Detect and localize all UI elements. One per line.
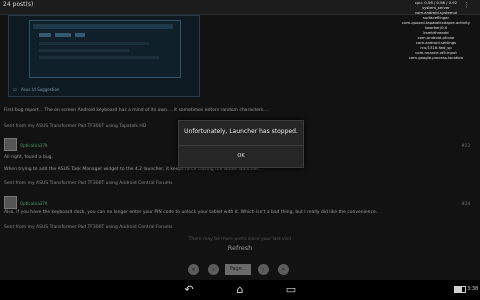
avatar[interactable] xyxy=(4,196,17,209)
screenshot-row xyxy=(39,56,159,59)
recents-icon[interactable]: ▭ xyxy=(282,283,300,297)
post-number: #24 xyxy=(461,201,470,206)
post-text: Also, if you have the keyboard dock, you… xyxy=(4,210,378,215)
debug-overlay: cpu: 0.56 / 0.98 / 0.92 system_server co… xyxy=(394,0,478,60)
post-username[interactable]: Opticalsia379 xyxy=(20,143,47,148)
screenshot-row xyxy=(39,49,129,52)
screenshot-chip xyxy=(75,33,85,37)
error-dialog: Unfortunately, Launcher has stopped. OK xyxy=(178,120,304,168)
post-signature: Sent from my ASUS Transformer Pad TF300T… xyxy=(4,124,147,129)
post-screenshot-image[interactable]: ☑ Asus UI Suggestion xyxy=(8,15,200,97)
post-signature: Sent from my ASUS Transformer Pad TF300T… xyxy=(4,225,173,230)
post-text: All right, found a bug. xyxy=(4,155,53,160)
thread-title: 24 post(s) xyxy=(3,1,34,8)
post-username[interactable]: Opticalsia379 xyxy=(20,201,47,206)
page-selector[interactable]: Page... xyxy=(225,264,251,275)
battery-icon xyxy=(454,286,466,293)
post-text: First bug report... The on screen Androi… xyxy=(4,108,269,113)
dialog-message: Unfortunately, Launcher has stopped. xyxy=(184,128,298,135)
system-nav-bar: ↶ ⌂ ▭ 3:38 xyxy=(0,280,480,300)
previous-page-icon[interactable]: ‹ xyxy=(208,264,219,275)
screenshot-caption: Asus UI Suggestion xyxy=(21,87,60,92)
screenshot-header xyxy=(33,24,173,29)
avatar[interactable] xyxy=(4,138,17,151)
checkbox-icon: ☑ xyxy=(13,87,17,92)
last-page-icon[interactable]: » xyxy=(278,264,289,275)
screenshot-chip xyxy=(39,33,51,37)
home-icon[interactable]: ⌂ xyxy=(231,283,249,297)
back-icon[interactable]: ↶ xyxy=(180,283,198,297)
more-posts-notice: There may be more posts since your last … xyxy=(188,237,292,242)
overlay-line: com.google.process.location xyxy=(408,55,464,60)
pagination: « ‹ Page... › » xyxy=(0,264,480,276)
first-page-icon[interactable]: « xyxy=(188,264,199,275)
screenshot-chip xyxy=(55,33,71,37)
ok-button[interactable]: OK xyxy=(179,146,303,167)
refresh-button[interactable]: Refresh xyxy=(200,244,280,252)
next-page-icon[interactable]: › xyxy=(258,264,269,275)
clock: 3:38 xyxy=(467,286,479,292)
post-signature: Sent from my ASUS Transformer Pad TF300T… xyxy=(4,181,173,186)
battery-level xyxy=(455,287,462,292)
post-number: #23 xyxy=(461,143,470,148)
screenshot-row xyxy=(39,42,149,45)
